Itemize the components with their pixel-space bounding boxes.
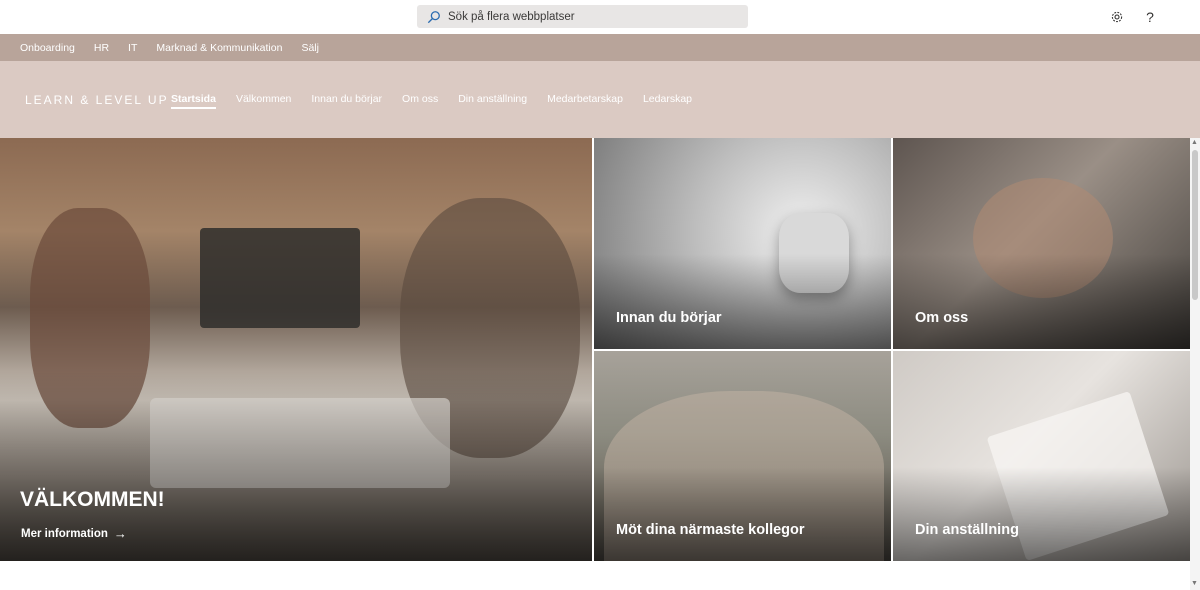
gear-icon[interactable] — [1108, 8, 1126, 26]
tile-shade — [893, 466, 1190, 561]
suite-bar: Sök på flera webbplatser ? — [0, 0, 1200, 34]
scroll-down-icon[interactable]: ▼ — [1191, 580, 1198, 587]
scrollbar-thumb[interactable] — [1192, 150, 1198, 300]
scroll-up-icon[interactable]: ▲ — [1191, 139, 1198, 146]
tile-label-din-anstallning: Din anställning — [915, 522, 1019, 538]
hub-item-salj[interactable]: Sälj — [301, 42, 319, 54]
tile-label-kollegor: Möt dina närmaste kollegor — [616, 522, 805, 538]
more-info-label: Mer information — [21, 527, 108, 540]
help-icon[interactable]: ? — [1141, 8, 1159, 26]
tile-label-innan-du-borjar: Innan du börjar — [616, 310, 722, 326]
hub-item-it[interactable]: IT — [128, 42, 137, 54]
hero-tile-om-oss[interactable]: Om oss — [893, 138, 1190, 349]
tile-shade — [893, 254, 1190, 349]
hub-navigation: Onboarding HR IT Marknad & Kommunikation… — [0, 34, 1200, 61]
nav-innan-du-borjar[interactable]: Innan du börjar — [311, 93, 382, 109]
tile-label-om-oss: Om oss — [915, 310, 969, 326]
hub-item-hr[interactable]: HR — [94, 42, 109, 54]
site-title[interactable]: LEARN & LEVEL UP — [25, 93, 169, 107]
tile-shade — [594, 466, 891, 561]
hero-tile-kollegor[interactable]: Möt dina närmaste kollegor — [594, 351, 891, 561]
nav-ledarskap[interactable]: Ledarskap — [643, 93, 692, 109]
site-navigation: Startsida Välkommen Innan du börjar Om o… — [171, 93, 712, 109]
hub-item-onboarding[interactable]: Onboarding — [20, 42, 75, 54]
search-placeholder: Sök på flera webbplatser — [448, 10, 575, 23]
nav-startsida[interactable]: Startsida — [171, 93, 216, 109]
hero-tile-din-anstallning[interactable]: Din anställning — [893, 351, 1190, 561]
search-icon — [427, 10, 440, 23]
more-info-link[interactable]: Mer information → — [21, 526, 127, 541]
tile-shade — [594, 254, 891, 349]
nav-om-oss[interactable]: Om oss — [402, 93, 438, 109]
hero-tile-innan-du-borjar[interactable]: Innan du börjar — [594, 138, 891, 349]
nav-medarbetarskap[interactable]: Medarbetarskap — [547, 93, 623, 109]
search-box[interactable]: Sök på flera webbplatser — [417, 5, 748, 28]
office-photo-shape — [200, 228, 360, 328]
arrow-right-icon: → — [113, 526, 127, 541]
hub-item-marknad[interactable]: Marknad & Kommunikation — [156, 42, 282, 54]
hero-title: VÄLKOMMEN! — [20, 488, 165, 511]
site-header: LEARN & LEVEL UP Startsida Välkommen Inn… — [0, 61, 1200, 138]
nav-valkommen[interactable]: Välkommen — [236, 93, 291, 109]
nav-din-anstallning[interactable]: Din anställning — [458, 93, 527, 109]
hero-tile-valkommen[interactable]: VÄLKOMMEN! Mer information → — [0, 138, 592, 561]
